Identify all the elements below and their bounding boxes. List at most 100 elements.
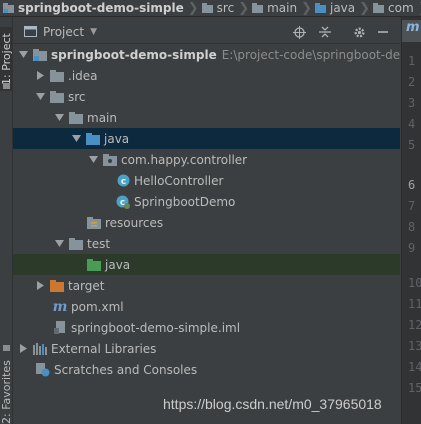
line-number: 5: [408, 138, 416, 152]
folder-icon: [69, 237, 83, 251]
line-number: 6: [408, 178, 416, 192]
maven-icon: m: [52, 298, 68, 315]
expanded-arrow-icon[interactable]: [17, 49, 29, 61]
tree-row-java-source[interactable]: java: [13, 128, 400, 149]
chevron-down-icon[interactable]: ▼: [90, 27, 97, 37]
test-root-icon: [87, 258, 101, 272]
tree-row-hello-controller[interactable]: c HelloController: [13, 170, 400, 191]
tree-row-external-libraries[interactable]: External Libraries: [13, 338, 400, 359]
resources-root-icon: [87, 216, 101, 230]
line-number: 11: [408, 297, 421, 311]
project-tool-window-header: Project ▼: [13, 20, 400, 44]
tree-row-pom[interactable]: m pom.xml: [13, 296, 400, 317]
breadcrumb-separator: ❯: [187, 0, 199, 16]
tree-row-resources[interactable]: resources: [13, 212, 400, 233]
breadcrumb-separator: ❯: [359, 0, 371, 16]
tree-row-package[interactable]: com.happy.controller: [13, 149, 400, 170]
tree-item-label: src: [68, 89, 86, 104]
project-view-selector[interactable]: Project ▼: [13, 25, 97, 39]
module-path: E:\project-code\springboot-dem: [221, 47, 400, 62]
line-number: 3: [408, 96, 416, 110]
tree-row-idea[interactable]: .idea: [13, 65, 400, 86]
left-tool-stripe: 1: Project 2: Favorites: [0, 17, 13, 424]
expanded-arrow-icon[interactable]: [34, 91, 46, 103]
breadcrumb-separator: ❯: [238, 0, 250, 16]
module-folder-icon: [3, 3, 14, 13]
favorites-tool-tab[interactable]: 2: Favorites: [0, 357, 13, 424]
collapse-all-icon[interactable]: [317, 24, 333, 40]
breadcrumb-item-java[interactable]: java ❯: [312, 0, 371, 16]
expanded-arrow-icon[interactable]: [70, 133, 82, 145]
source-folder-icon: [314, 3, 326, 13]
tree-row-target[interactable]: target: [13, 275, 400, 296]
watermark-url: https://blog.csdn.net/m0_37965018: [163, 396, 382, 412]
gear-icon[interactable]: [351, 24, 367, 40]
collapsed-arrow-icon[interactable]: [34, 280, 46, 292]
tree-row-src[interactable]: src: [13, 86, 400, 107]
folder-icon: [201, 3, 213, 13]
hide-icon[interactable]: [375, 24, 391, 40]
folder-icon: [69, 111, 83, 125]
breadcrumb-label: main: [267, 1, 298, 15]
breadcrumb-item-src[interactable]: src ❯: [199, 0, 250, 16]
line-number: 7: [408, 199, 416, 213]
line-number: 1: [408, 54, 416, 68]
breadcrumb-item-module[interactable]: springboot-demo-simple ❯: [0, 0, 199, 16]
tree-row-java-test[interactable]: java: [13, 254, 400, 275]
scratches-icon: [36, 362, 50, 377]
iml-file-icon: [53, 321, 67, 335]
line-number: 14: [408, 360, 421, 374]
breadcrumb-label: springboot-demo-simple: [18, 1, 184, 15]
line-number: 13: [408, 339, 421, 353]
tree-item-label: test: [87, 236, 111, 251]
tree-item-label: HelloController: [134, 173, 224, 188]
folder-icon: [50, 90, 64, 104]
breadcrumb-item-com[interactable]: com ❯: [370, 0, 421, 16]
favorites-tab-icon: [3, 345, 10, 351]
tree-item-label: resources: [105, 215, 164, 230]
line-number: 9: [408, 241, 416, 255]
breadcrumb-separator: ❯: [301, 0, 312, 16]
excluded-folder-icon: [50, 279, 64, 293]
breadcrumb-label: com: [388, 1, 414, 15]
line-number: 12: [408, 318, 421, 332]
breadcrumb-item-main[interactable]: main ❯: [249, 0, 312, 16]
tree-row-scratches[interactable]: Scratches and Consoles: [13, 359, 400, 380]
breadcrumb-label: java: [329, 1, 356, 15]
tree-item-label: springboot-demo-simple.iml: [71, 320, 241, 335]
expanded-arrow-icon[interactable]: [87, 154, 99, 166]
tree-row-springboot-demo[interactable]: c SpringbootDemo: [13, 191, 400, 212]
line-number: 15: [408, 381, 421, 395]
svg-text:c: c: [120, 177, 125, 187]
tree-row-test[interactable]: test: [13, 233, 400, 254]
project-tree[interactable]: springboot-demo-simple E:\project-code\s…: [13, 44, 400, 414]
tree-item-label: External Libraries: [51, 341, 157, 356]
package-icon: [103, 153, 117, 167]
tree-item-label: main: [87, 110, 117, 125]
folder-icon: [252, 3, 264, 13]
tree-item-label: java: [105, 257, 131, 272]
tool-window-title: Project: [43, 24, 85, 39]
expanded-arrow-icon[interactable]: [53, 112, 65, 124]
line-number: 8: [408, 220, 416, 234]
tree-row-iml[interactable]: springboot-demo-simple.iml: [13, 317, 400, 338]
project-window-icon: [24, 26, 37, 37]
tree-row-module[interactable]: springboot-demo-simple E:\project-code\s…: [13, 44, 400, 65]
editor-gutter: m 1 2 3 4 5 6 7 8 9 10 11 12 13 14 15: [401, 17, 421, 424]
tree-item-label: com.happy.controller: [121, 152, 248, 167]
line-number: 4: [408, 117, 416, 131]
collapsed-arrow-icon[interactable]: [17, 343, 29, 355]
libraries-icon: [33, 342, 47, 356]
project-tab-icon: [3, 83, 10, 89]
tree-item-label: .idea: [68, 68, 98, 83]
collapsed-arrow-icon[interactable]: [34, 70, 46, 82]
tree-item-label: SpringbootDemo: [134, 194, 236, 209]
editor-tab-pom[interactable]: m: [402, 20, 421, 42]
tree-row-main[interactable]: main: [13, 107, 400, 128]
project-tool-tab[interactable]: 1: Project: [0, 27, 13, 91]
folder-icon: [373, 3, 385, 13]
expanded-arrow-icon[interactable]: [53, 238, 65, 250]
tree-item-label: pom.xml: [71, 299, 124, 314]
line-number: 2: [408, 75, 416, 89]
locate-icon[interactable]: [291, 24, 307, 40]
